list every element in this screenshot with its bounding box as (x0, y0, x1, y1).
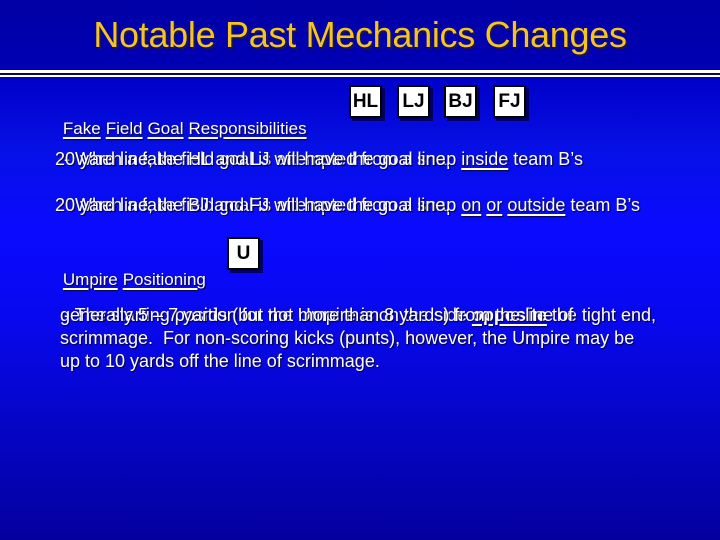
body-line: up to 10 yards off the line of scrimmage… (60, 351, 380, 371)
body-line: scrimmage. For non-scoring kicks (punts)… (60, 328, 635, 348)
text-run: team B’s (508, 149, 583, 169)
position-badge-bj: BJ (444, 85, 477, 118)
title-divider-bottom (0, 75, 720, 77)
emphasis-inside: inside (461, 149, 509, 169)
body-line: 20 yard line, the HL and LJ will have th… (55, 149, 451, 169)
position-badge-hl: HL (349, 85, 382, 118)
emphasis-outside: outside (507, 195, 566, 215)
slide: Notable Past Mechanics Changes Fake Field… (0, 0, 720, 540)
emphasis-or: or (486, 195, 503, 215)
body-line: generally 5 – 7 yards (but not more than… (60, 305, 574, 325)
position-badge-lj: LJ (397, 85, 430, 118)
body-line: 20 yard line, the BJ and FJ will have th… (55, 195, 451, 215)
text-run: team B’s (565, 195, 641, 215)
position-badge-fj: FJ (493, 85, 526, 118)
position-badge-u: U (227, 237, 260, 270)
emphasis-on: on (461, 195, 482, 215)
slide-title: Notable Past Mechanics Changes (93, 14, 627, 55)
